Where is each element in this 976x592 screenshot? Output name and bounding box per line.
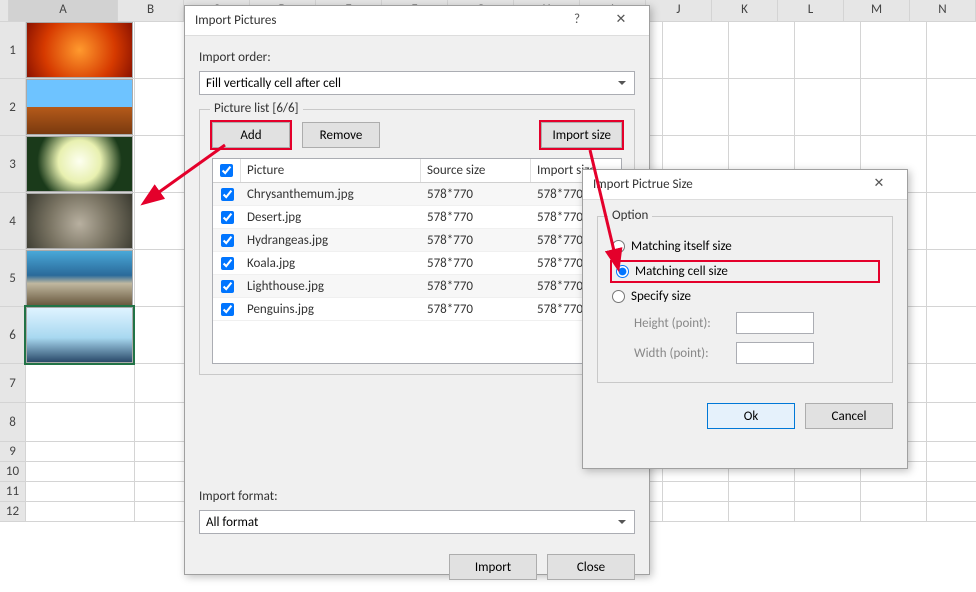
import-format-value: All format [206,515,258,530]
cell-picture: Chrysanthemum.jpg [241,187,421,202]
row-header[interactable]: 7 [0,364,26,403]
row-header[interactable]: 12 [0,502,26,522]
select-all-corner[interactable] [0,0,9,21]
table-row[interactable]: Penguins.jpg578*770578*770 [213,298,621,321]
row-header[interactable]: 6 [0,307,26,364]
column-header[interactable]: L [778,0,844,21]
inserted-image[interactable] [26,136,133,192]
column-header[interactable]: B [118,0,184,21]
inserted-image[interactable] [26,307,133,363]
cell-source-size: 578*770 [421,187,531,202]
picture-table: Picture Source size Import size Chrysant… [212,158,622,364]
height-field: Height (point): [634,312,882,334]
inserted-image[interactable] [26,79,133,135]
row-header[interactable]: 11 [0,482,26,502]
row-checkbox[interactable] [221,211,234,224]
ok-button[interactable]: Ok [707,403,795,429]
cell-picture: Desert.jpg [241,210,421,225]
import-button[interactable]: Import [449,554,537,580]
cell-source-size: 578*770 [421,210,531,225]
size-dialog-title: Import Pictrue Size [593,177,857,192]
row-header[interactable]: 9 [0,442,26,462]
import-order-label: Import order: [199,50,635,65]
width-input[interactable] [736,342,814,364]
table-header: Picture Source size Import size [213,159,621,183]
radio-specify-size-input[interactable] [612,290,625,303]
cancel-button[interactable]: Cancel [805,403,893,429]
radio-matching-cell[interactable]: Matching cell size [612,262,878,281]
import-order-select[interactable]: Fill vertically cell after cell [199,71,635,95]
row-header[interactable]: 3 [0,136,26,193]
inserted-image[interactable] [26,193,133,249]
inserted-image[interactable] [26,22,133,78]
cell-source-size: 578*770 [421,256,531,271]
row-header[interactable]: 8 [0,403,26,442]
import-pictures-dialog: Import Pictures ? ✕ Import order: Fill v… [184,5,650,575]
cell-picture: Hydrangeas.jpg [241,233,421,248]
row-checkbox[interactable] [221,303,234,316]
select-all-checkbox[interactable] [220,164,233,177]
cell-picture: Lighthouse.jpg [241,279,421,294]
row-header[interactable]: 5 [0,250,26,307]
cell-picture: Penguins.jpg [241,302,421,317]
width-field: Width (point): [634,342,882,364]
close-button[interactable]: Close [547,554,635,580]
radio-specify-size[interactable]: Specify size [612,289,878,304]
option-group-title: Option [608,208,652,223]
table-row[interactable]: Desert.jpg578*770578*770 [213,206,621,229]
row-checkbox[interactable] [221,234,234,247]
cell-source-size: 578*770 [421,279,531,294]
help-icon[interactable]: ? [555,7,599,35]
inserted-image[interactable] [26,250,133,306]
col-picture[interactable]: Picture [241,159,421,182]
dialog-titlebar[interactable]: Import Pictures ? ✕ [185,6,649,36]
row-headers: 123456789101112 [0,22,26,522]
remove-button[interactable]: Remove [302,122,380,148]
column-header[interactable]: A [9,0,118,21]
dialog-title-text: Import Pictures [195,13,555,28]
add-button[interactable]: Add [212,122,290,148]
column-header[interactable]: J [646,0,712,21]
row-checkbox[interactable] [221,188,234,201]
size-dialog-titlebar[interactable]: Import Pictrue Size ✕ [583,170,907,200]
picture-list-group: Picture list [6/6] Add Remove Import siz… [199,109,635,375]
import-order-value: Fill vertically cell after cell [206,76,341,91]
row-header[interactable]: 10 [0,462,26,482]
picture-list-title: Picture list [6/6] [210,101,303,116]
table-row[interactable]: Koala.jpg578*770578*770 [213,252,621,275]
height-input[interactable] [736,312,814,334]
radio-matching-cell-input[interactable] [616,265,629,278]
column-header[interactable]: M [844,0,910,21]
row-header[interactable]: 1 [0,22,26,79]
cell-source-size: 578*770 [421,302,531,317]
import-size-button[interactable]: Import size [541,122,622,148]
cell-source-size: 578*770 [421,233,531,248]
close-icon[interactable]: ✕ [857,171,901,199]
radio-matching-self-input[interactable] [612,240,625,253]
row-checkbox[interactable] [221,257,234,270]
import-picture-size-dialog: Import Pictrue Size ✕ Option Matching it… [582,169,908,469]
import-format-label: Import format: [199,489,635,504]
col-source-size[interactable]: Source size [421,159,531,182]
column-header[interactable]: K [712,0,778,21]
option-group: Option Matching itself size Matching cel… [597,216,893,383]
close-icon[interactable]: ✕ [599,7,643,35]
row-header[interactable]: 4 [0,193,26,250]
row-header[interactable]: 2 [0,79,26,136]
row-checkbox[interactable] [221,280,234,293]
column-header[interactable]: N [910,0,976,21]
table-row[interactable]: Hydrangeas.jpg578*770578*770 [213,229,621,252]
table-row[interactable]: Lighthouse.jpg578*770578*770 [213,275,621,298]
cell-picture: Koala.jpg [241,256,421,271]
radio-matching-self[interactable]: Matching itself size [612,239,878,254]
import-format-select[interactable]: All format [199,510,635,534]
table-row[interactable]: Chrysanthemum.jpg578*770578*770 [213,183,621,206]
